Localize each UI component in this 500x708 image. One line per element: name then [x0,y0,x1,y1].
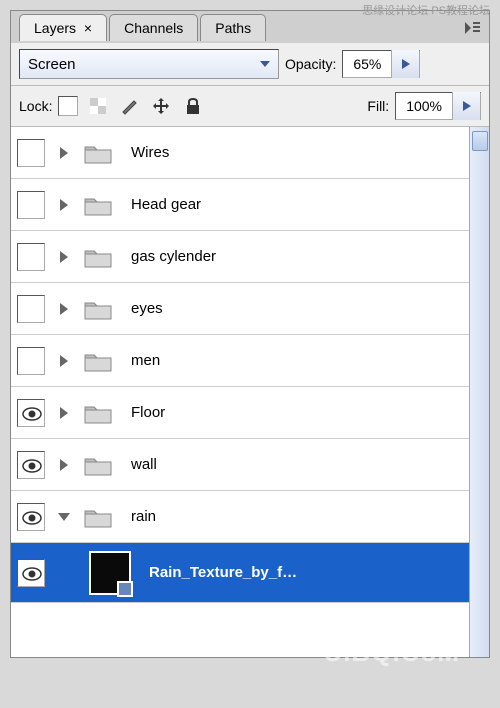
tab-layers[interactable]: Layers × [19,14,107,41]
blend-mode-value: Screen [28,56,76,73]
layers-list[interactable]: Wires Head gear gas cylender eyes men Floor wa… [11,127,469,657]
visibility-toggle[interactable] [17,559,45,587]
disclosure-triangle[interactable] [55,251,73,263]
folder-icon [83,349,113,373]
folder-icon [83,297,113,321]
layer-name[interactable]: men [131,352,160,369]
lock-position-icon[interactable] [150,95,172,117]
close-icon[interactable]: × [84,20,92,36]
folder-icon [83,505,113,529]
layers-body: Wires Head gear gas cylender eyes men Floor wa… [11,127,489,657]
folder-icon [83,453,113,477]
blend-mode-select[interactable]: Screen [19,49,279,79]
chevron-right-icon [60,355,68,367]
tab-paths[interactable]: Paths [200,14,266,41]
layer-thumbnail[interactable] [89,551,131,595]
chevron-right-icon [60,147,68,159]
eye-icon [22,511,40,523]
tab-channels[interactable]: Channels [109,14,198,41]
disclosure-triangle[interactable] [55,407,73,419]
scrollbar[interactable] [469,127,489,657]
panel-menu-icon[interactable] [463,20,481,34]
layer-row[interactable]: gas cylender [11,231,469,283]
lock-label: Lock: [19,98,52,114]
disclosure-triangle[interactable] [55,303,73,315]
disclosure-triangle[interactable] [55,199,73,211]
disclosure-triangle[interactable] [55,459,73,471]
visibility-toggle[interactable] [17,451,45,479]
lock-row: Lock: Fill: 100% [11,86,489,126]
folder-icon [83,401,113,425]
layer-name[interactable]: Floor [131,404,165,421]
visibility-toggle[interactable] [17,399,45,427]
opacity-field[interactable]: 65% [342,50,420,78]
visibility-toggle[interactable] [17,139,45,167]
lock-buttons [58,95,204,117]
fill-label: Fill: [367,98,389,114]
chevron-right-icon [60,303,68,315]
layer-name[interactable]: Rain_Texture_by_f… [149,564,297,581]
scroll-thumb[interactable] [472,131,488,151]
layer-row[interactable]: Floor [11,387,469,439]
dropdown-arrow-icon [260,61,270,67]
blend-row: Screen Opacity: 65% [11,43,489,85]
folder-icon [83,141,113,165]
layer-row[interactable]: rain [11,491,469,543]
layer-name[interactable]: Wires [131,144,169,161]
tab-label: Paths [215,20,251,36]
opacity-flyout-icon[interactable] [391,50,419,78]
visibility-toggle[interactable] [17,295,45,323]
layer-name[interactable]: eyes [131,300,163,317]
watermark-bottom: UiBQ.CoM [323,637,460,668]
lock-all-icon[interactable] [182,95,204,117]
visibility-toggle[interactable] [17,191,45,219]
layers-panel: Layers × Channels Paths Screen Opacity: … [10,10,490,658]
layer-name[interactable]: gas cylender [131,248,216,265]
eye-icon [22,567,40,579]
opacity-value: 65% [343,56,391,72]
eye-icon [22,407,40,419]
disclosure-triangle[interactable] [55,147,73,159]
lock-paint-icon[interactable] [118,95,140,117]
chevron-right-icon [60,407,68,419]
layer-name[interactable]: Head gear [131,196,201,213]
tab-label: Layers [34,20,76,36]
layer-row[interactable]: wall [11,439,469,491]
layer-name[interactable]: wall [131,456,157,473]
folder-icon [83,245,113,269]
layer-row[interactable]: Wires [11,127,469,179]
layer-row[interactable]: eyes [11,283,469,335]
chevron-right-icon [60,459,68,471]
chevron-right-icon [60,199,68,211]
tab-label: Channels [124,20,183,36]
layer-row[interactable]: Head gear [11,179,469,231]
watermark-top: 思缘设计论坛 PS教程论坛 [362,2,490,18]
folder-icon [83,193,113,217]
disclosure-triangle[interactable] [55,355,73,367]
layer-row[interactable]: Rain_Texture_by_f… [11,543,469,603]
opacity-label: Opacity: [285,56,336,72]
fill-value: 100% [396,98,452,114]
visibility-toggle[interactable] [17,503,45,531]
fill-field[interactable]: 100% [395,92,481,120]
fill-flyout-icon[interactable] [452,92,480,120]
chevron-down-icon [58,513,70,521]
layer-name[interactable]: rain [131,508,156,525]
layer-row[interactable]: men [11,335,469,387]
eye-icon [22,459,40,471]
lock-transparency-checkbox[interactable] [58,96,78,116]
disclosure-triangle[interactable] [55,513,73,521]
visibility-toggle[interactable] [17,243,45,271]
visibility-toggle[interactable] [17,347,45,375]
chevron-right-icon [60,251,68,263]
lock-transparency-icon [88,96,108,116]
